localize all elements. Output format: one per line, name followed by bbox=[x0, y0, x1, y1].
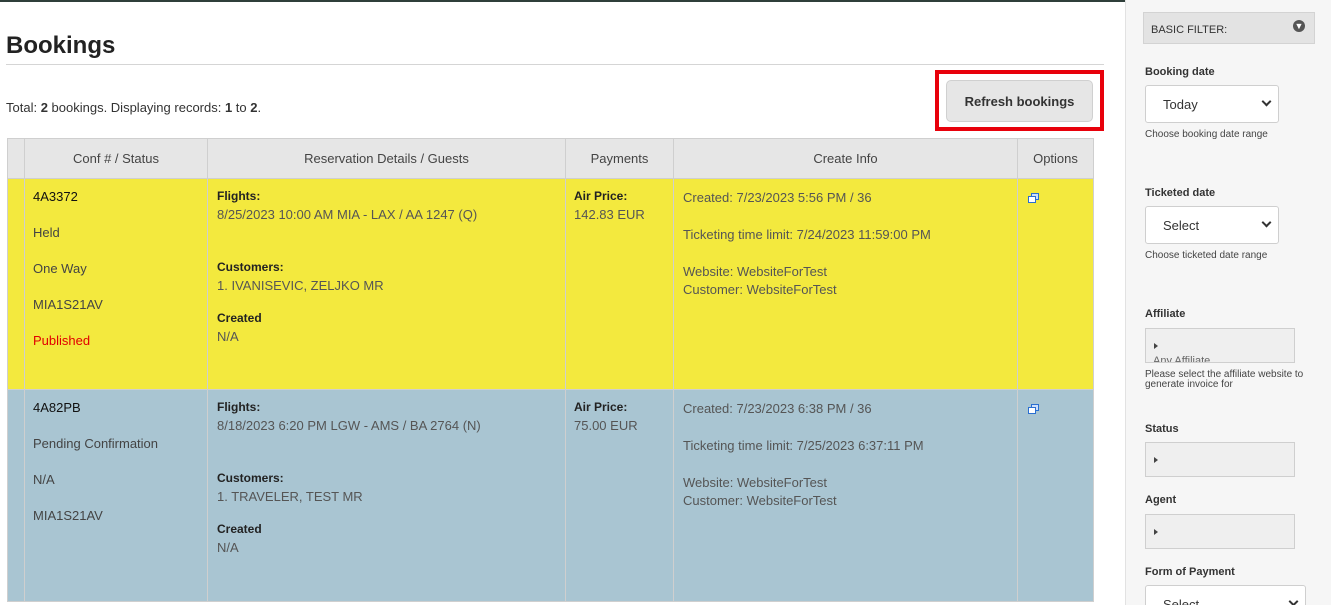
ticketing-time-limit: Ticketing time limit: 7/25/2023 6:37:11 … bbox=[683, 438, 924, 453]
website-info: Website: WebsiteForTest bbox=[683, 475, 828, 490]
publish-status: Published bbox=[33, 333, 91, 348]
ticketed-date-help: Choose ticketed date range bbox=[1145, 250, 1268, 261]
ticketing-time-limit: Ticketing time limit: 7/24/2023 11:59:00… bbox=[683, 227, 931, 242]
booking-date-select[interactable]: Today bbox=[1145, 85, 1279, 123]
summary-prefix: Total: bbox=[6, 100, 41, 115]
form-of-payment-label: Form of Payment bbox=[1145, 566, 1235, 578]
air-price-label: Air Price: bbox=[574, 400, 628, 414]
chevron-down-icon bbox=[1288, 596, 1299, 605]
booking-date-value: Today bbox=[1163, 97, 1198, 112]
payments-cell: Air Price: 142.83 EUR bbox=[565, 178, 674, 390]
page-title: Bookings bbox=[6, 32, 116, 59]
form-of-payment-value: Select bbox=[1163, 597, 1200, 605]
booking-status: Pending Confirmation bbox=[33, 436, 159, 451]
air-price-value: 142.83 EUR bbox=[574, 207, 645, 222]
summary-total: 2 bbox=[40, 100, 48, 115]
refresh-highlight: Refresh bookings bbox=[935, 70, 1104, 131]
customer-site-info: Customer: WebsiteForTest bbox=[683, 493, 837, 508]
ticketed-date-select[interactable]: Select bbox=[1145, 206, 1279, 244]
basic-filter-header[interactable]: BASIC FILTER: ▼ bbox=[1143, 12, 1315, 44]
summary-mid: bookings. Displaying records: bbox=[47, 100, 225, 115]
customer-site-info: Customer: WebsiteForTest bbox=[683, 282, 837, 297]
table-row[interactable]: 4A3372 Held One Way MIA1S21AV Published … bbox=[7, 178, 1094, 390]
customer-name: 1. TRAVELER, TEST MR bbox=[217, 489, 363, 504]
flights-label: Flights: bbox=[217, 189, 261, 203]
created-info: Created: 7/23/2023 5:56 PM / 36 bbox=[683, 190, 872, 205]
website-info: Website: WebsiteForTest bbox=[683, 264, 828, 279]
filter-sidebar: BASIC FILTER: ▼ Booking date Today Choos… bbox=[1125, 0, 1331, 605]
basic-filter-title: BASIC FILTER: bbox=[1151, 24, 1228, 36]
open-window-icon[interactable] bbox=[1028, 404, 1039, 414]
table-row[interactable]: 4A82PB Pending Confirmation N/A MIA1S21A… bbox=[7, 389, 1094, 602]
header-conf-status: Conf # / Status bbox=[24, 138, 208, 179]
header-reservation-details: Reservation Details / Guests bbox=[207, 138, 566, 179]
refresh-bookings-button[interactable]: Refresh bookings bbox=[946, 80, 1093, 122]
title-divider bbox=[6, 64, 1104, 65]
booking-date-help: Choose booking date range bbox=[1145, 129, 1268, 140]
chevron-down-icon bbox=[1261, 217, 1272, 228]
agent-label: Agent bbox=[1145, 494, 1177, 506]
created-label: Created bbox=[217, 522, 262, 536]
trip-type: One Way bbox=[33, 261, 87, 276]
ticketed-date-value: Select bbox=[1163, 218, 1200, 233]
header-select bbox=[7, 138, 25, 179]
status-label: Status bbox=[1145, 423, 1179, 435]
customers-label: Customers: bbox=[217, 471, 284, 485]
confirmation-number[interactable]: 4A82PB bbox=[33, 400, 199, 415]
affiliate-help: Please select the affiliate website to g… bbox=[1145, 369, 1304, 390]
row-select-cell[interactable] bbox=[7, 178, 25, 390]
customers-label: Customers: bbox=[217, 260, 284, 274]
form-of-payment-select[interactable]: Select bbox=[1145, 585, 1306, 605]
confirmation-number[interactable]: 4A3372 bbox=[33, 189, 199, 204]
summary-to: 2 bbox=[250, 100, 258, 115]
chevron-down-icon bbox=[1261, 96, 1272, 107]
created-label: Created bbox=[217, 311, 262, 325]
created-value: N/A bbox=[217, 329, 239, 344]
expand-arrow-icon bbox=[1154, 529, 1158, 535]
payments-cell: Air Price: 75.00 EUR bbox=[565, 389, 674, 602]
affiliate-value: Any Affiliate bbox=[1153, 355, 1211, 363]
flight-details: 8/25/2023 10:00 AM MIA - LAX / AA 1247 (… bbox=[217, 207, 478, 222]
collapse-arrow-icon[interactable]: ▼ bbox=[1293, 20, 1305, 32]
options-cell bbox=[1017, 389, 1094, 602]
options-cell bbox=[1017, 178, 1094, 390]
create-info-cell: Created: 7/23/2023 5:56 PM / 36 Ticketin… bbox=[673, 178, 1018, 390]
reservation-cell: Flights: 8/18/2023 6:20 PM LGW - AMS / B… bbox=[207, 389, 566, 602]
pnr-code: MIA1S21AV bbox=[33, 508, 103, 523]
air-price-label: Air Price: bbox=[574, 189, 628, 203]
ticketed-date-label: Ticketed date bbox=[1145, 187, 1216, 199]
flight-details: 8/18/2023 6:20 PM LGW - AMS / BA 2764 (N… bbox=[217, 418, 481, 433]
affiliate-label: Affiliate bbox=[1145, 308, 1186, 320]
pnr-code: MIA1S21AV bbox=[33, 297, 103, 312]
conf-status-cell: 4A3372 Held One Way MIA1S21AV Published bbox=[24, 178, 208, 390]
row-select-cell[interactable] bbox=[7, 389, 25, 602]
reservation-cell: Flights: 8/25/2023 10:00 AM MIA - LAX / … bbox=[207, 178, 566, 390]
header-payments: Payments bbox=[565, 138, 674, 179]
customer-name: 1. IVANISEVIC, ZELJKO MR bbox=[217, 278, 384, 293]
create-info-cell: Created: 7/23/2023 6:38 PM / 36 Ticketin… bbox=[673, 389, 1018, 602]
booking-date-label: Booking date bbox=[1145, 66, 1215, 78]
open-window-icon[interactable] bbox=[1028, 193, 1039, 203]
agent-picker[interactable] bbox=[1145, 514, 1295, 549]
table-header-row: Conf # / Status Reservation Details / Gu… bbox=[7, 138, 1094, 179]
created-value: N/A bbox=[217, 540, 239, 555]
flights-label: Flights: bbox=[217, 400, 261, 414]
trip-type: N/A bbox=[33, 472, 55, 487]
affiliate-picker[interactable]: Any Affiliate bbox=[1145, 328, 1295, 363]
booking-status: Held bbox=[33, 225, 60, 240]
header-create-info: Create Info bbox=[673, 138, 1018, 179]
created-info: Created: 7/23/2023 6:38 PM / 36 bbox=[683, 401, 872, 416]
header-options: Options bbox=[1017, 138, 1094, 179]
conf-status-cell: 4A82PB Pending Confirmation N/A MIA1S21A… bbox=[24, 389, 208, 602]
records-summary: Total: 2 bookings. Displaying records: 1… bbox=[6, 100, 261, 115]
bookings-table: Conf # / Status Reservation Details / Gu… bbox=[7, 138, 1094, 602]
summary-end: . bbox=[257, 100, 262, 115]
expand-arrow-icon bbox=[1154, 343, 1158, 349]
air-price-value: 75.00 EUR bbox=[574, 418, 638, 433]
expand-arrow-icon bbox=[1154, 457, 1158, 463]
status-picker[interactable] bbox=[1145, 442, 1295, 477]
summary-to-word: to bbox=[232, 100, 251, 115]
